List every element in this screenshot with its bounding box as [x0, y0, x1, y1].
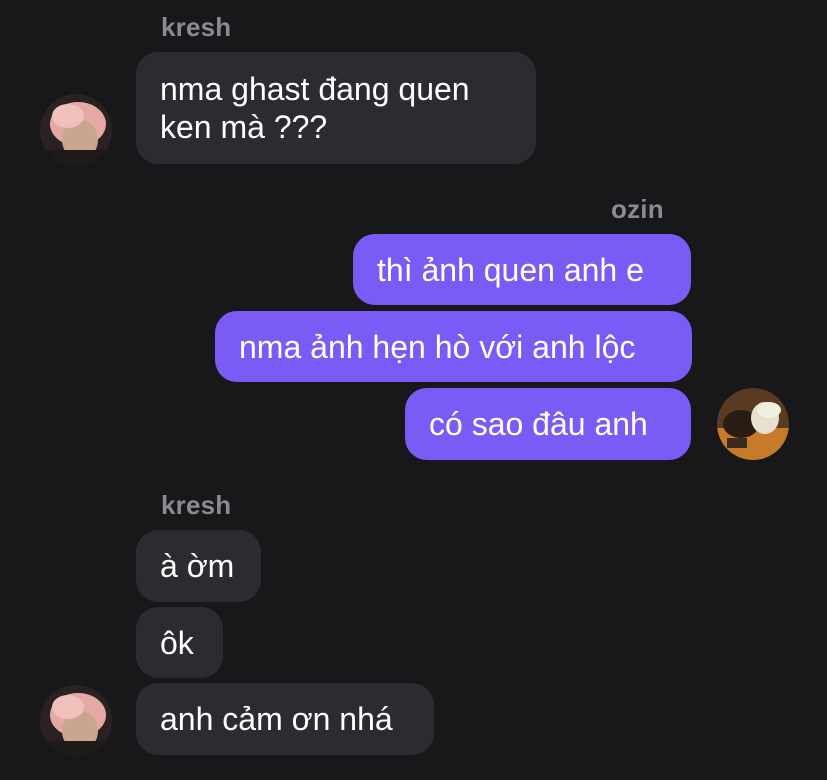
avatar-image-icon: [40, 685, 112, 757]
sender-name: kresh: [161, 12, 232, 42]
kresh-avatar[interactable]: [40, 685, 112, 757]
ozin-avatar[interactable]: [717, 388, 789, 460]
sender-name: kresh: [161, 490, 232, 520]
chat-thread: kresh nma ghast đang quen ken mà ??? ozi…: [0, 0, 827, 780]
message-text: ken mà ???: [160, 109, 328, 145]
sender-name: ozin: [611, 194, 664, 224]
message-text: thì ảnh quen anh e: [377, 251, 644, 288]
kresh-avatar[interactable]: [40, 94, 112, 166]
message-bubble[interactable]: nma ghast đang quen ken mà ???: [136, 52, 536, 164]
message-bubble[interactable]: anh cảm ơn nhá: [136, 683, 434, 755]
message-bubble[interactable]: à ờm: [136, 530, 261, 602]
avatar-image-icon: [717, 388, 789, 460]
message-text: nma ảnh hẹn hò với anh lộc: [239, 328, 636, 365]
message-text: có sao đâu anh: [429, 406, 648, 442]
avatar-image-icon: [40, 94, 112, 166]
message-text: nma ghast đang quen: [160, 71, 470, 107]
message-bubble[interactable]: thì ảnh quen anh e: [353, 234, 691, 305]
message-text: ôk: [160, 624, 194, 661]
message-bubble[interactable]: nma ảnh hẹn hò với anh lộc: [215, 311, 692, 382]
message-bubble[interactable]: có sao đâu anh: [405, 388, 691, 460]
message-text: anh cảm ơn nhá: [160, 701, 393, 737]
message-bubble[interactable]: ôk: [136, 607, 223, 678]
message-text: à ờm: [160, 548, 235, 584]
